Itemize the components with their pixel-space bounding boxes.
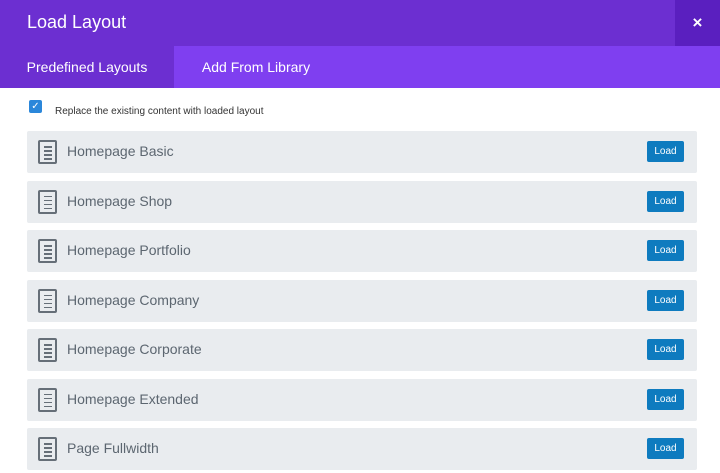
load-button[interactable]: Load	[647, 141, 684, 162]
document-icon	[38, 189, 57, 214]
layout-item: Homepage Corporate Load	[27, 329, 697, 371]
modal-title: Load Layout	[27, 12, 127, 32]
layout-item: Homepage Extended Load	[27, 378, 697, 421]
document-icon	[38, 387, 57, 412]
load-button[interactable]: Load	[647, 190, 684, 212]
load-button[interactable]: Load	[647, 240, 684, 261]
load-button[interactable]: Load	[647, 289, 684, 311]
tab-predefined-layouts[interactable]: Predefined Layouts	[0, 46, 174, 88]
layout-name: Page Fullwidth	[67, 440, 159, 456]
close-icon: ×	[692, 13, 703, 32]
layout-name: Homepage Basic	[67, 143, 174, 159]
modal-header: Load Layout ×	[0, 0, 720, 46]
load-button[interactable]: Load	[647, 388, 684, 410]
layout-item: Homepage Portfolio Load	[27, 230, 697, 272]
layout-name: Homepage Extended	[67, 390, 199, 407]
document-icon	[38, 338, 57, 362]
layout-item: Homepage Shop Load	[27, 180, 697, 223]
document-icon	[38, 239, 57, 263]
layout-item: Page Fullwidth Load	[27, 428, 697, 470]
layout-list: Homepage Basic Load Homepage Shop Load H…	[27, 131, 697, 473]
layout-name: Homepage Corporate	[67, 341, 202, 357]
replace-content-checkbox[interactable]: ✓	[29, 100, 42, 113]
layout-name: Homepage Company	[67, 291, 200, 308]
check-icon: ✓	[31, 100, 40, 112]
tab-add-from-library[interactable]: Add From Library	[174, 46, 338, 88]
layout-item: Homepage Basic Load	[27, 131, 697, 173]
tab-bar: Predefined Layouts Add From Library	[0, 46, 720, 88]
replace-content-option: ✓ Replace the existing content with load…	[29, 99, 264, 117]
layout-name: Homepage Portfolio	[67, 242, 191, 258]
document-icon	[38, 437, 57, 461]
close-button[interactable]: ×	[675, 0, 720, 46]
load-button[interactable]: Load	[647, 438, 684, 459]
layout-item: Homepage Company Load	[27, 279, 697, 322]
document-icon	[38, 288, 57, 313]
layout-name: Homepage Shop	[67, 192, 173, 209]
replace-content-label: Replace the existing content with loaded…	[55, 106, 264, 117]
load-button[interactable]: Load	[647, 339, 684, 360]
document-icon	[38, 140, 57, 164]
